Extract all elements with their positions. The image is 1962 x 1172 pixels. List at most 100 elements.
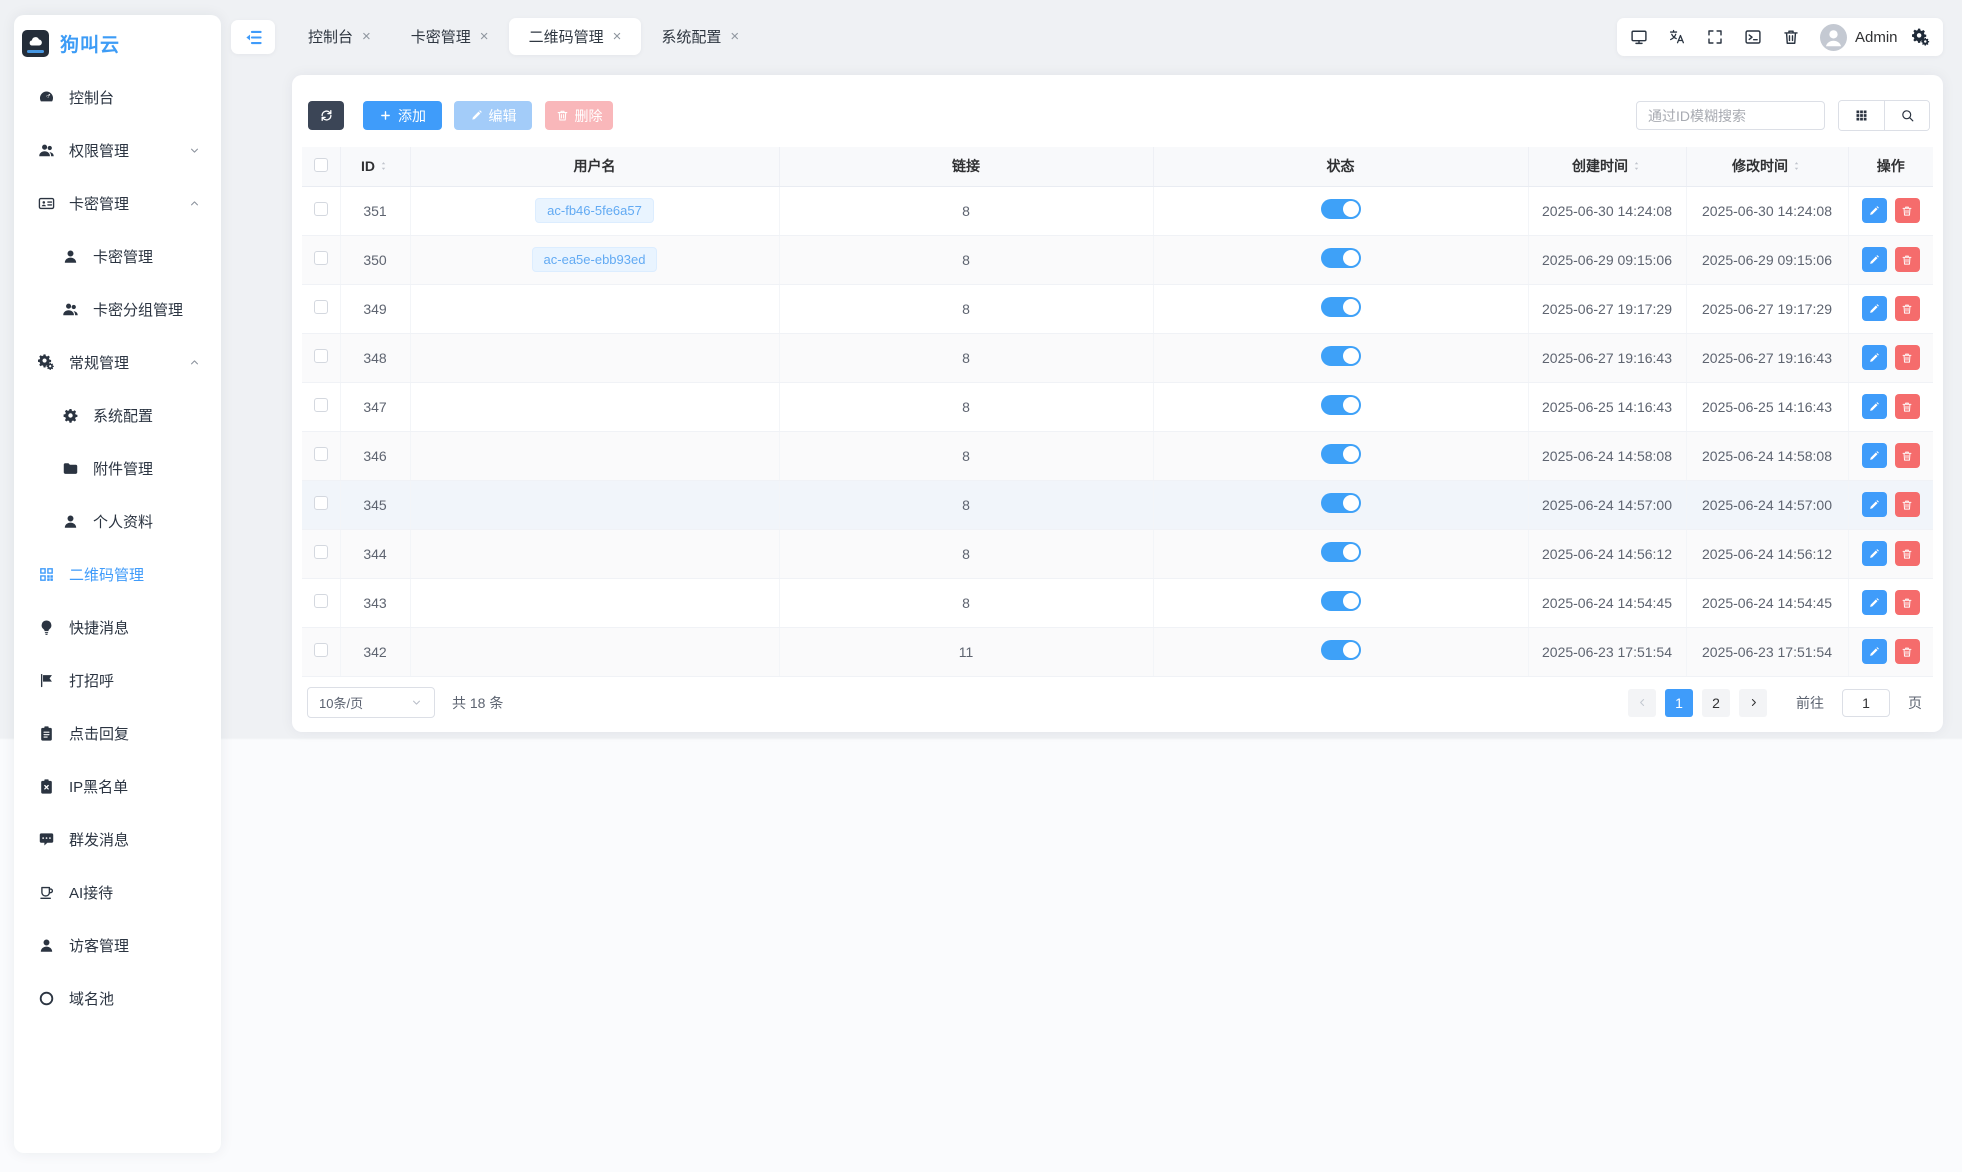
sidebar-item-0[interactable]: 控制台 — [14, 71, 221, 124]
monitor-button[interactable] — [1630, 28, 1648, 46]
sort-icon[interactable] — [1791, 159, 1802, 173]
sidebar-item-11[interactable]: 打招呼 — [14, 654, 221, 707]
settings-gears-button[interactable] — [1912, 28, 1930, 47]
tab-close-icon[interactable]: × — [480, 29, 489, 44]
tab-close-icon[interactable]: × — [730, 29, 739, 44]
sidebar-item-3[interactable]: 卡密管理 — [14, 230, 221, 283]
sidebar-item-14[interactable]: 群发消息 — [14, 813, 221, 866]
row-checkbox[interactable] — [314, 496, 328, 510]
trash-icon — [1901, 401, 1913, 413]
row-delete-button[interactable] — [1895, 247, 1920, 272]
row-edit-button[interactable] — [1862, 639, 1887, 664]
row-delete-button[interactable] — [1895, 394, 1920, 419]
row-checkbox[interactable] — [314, 251, 328, 265]
avatar[interactable] — [1820, 24, 1847, 51]
username-chip[interactable]: ac-fb46-5fe6a57 — [535, 198, 654, 223]
next-page-button[interactable] — [1739, 689, 1767, 717]
row-checkbox[interactable] — [314, 202, 328, 216]
page-button-1[interactable]: 1 — [1665, 689, 1693, 717]
refresh-button[interactable] — [308, 101, 344, 130]
row-edit-button[interactable] — [1862, 492, 1887, 517]
sidebar-item-7[interactable]: 附件管理 — [14, 442, 221, 495]
row-edit-button[interactable] — [1862, 198, 1887, 223]
sidebar-collapse-button[interactable] — [231, 20, 275, 54]
toggle-knob — [1343, 201, 1359, 217]
row-checkbox[interactable] — [314, 643, 328, 657]
row-edit-button[interactable] — [1862, 443, 1887, 468]
delete-button[interactable]: 删除 — [545, 101, 613, 130]
fullscreen-button[interactable] — [1706, 28, 1724, 46]
sidebar-item-9[interactable]: 二维码管理 — [14, 548, 221, 601]
sidebar-item-12[interactable]: 点击回复 — [14, 707, 221, 760]
sidebar-item-8[interactable]: 个人资料 — [14, 495, 221, 548]
row-checkbox[interactable] — [314, 300, 328, 314]
sidebar-item-4[interactable]: 卡密分组管理 — [14, 283, 221, 336]
row-delete-button[interactable] — [1895, 443, 1920, 468]
goto-page-input[interactable] — [1842, 689, 1890, 717]
tab-close-icon[interactable]: × — [613, 29, 622, 44]
row-delete-button[interactable] — [1895, 541, 1920, 566]
grid-view-button[interactable] — [1839, 101, 1884, 130]
sidebar-item-15[interactable]: AI接待 — [14, 866, 221, 919]
row-checkbox[interactable] — [314, 545, 328, 559]
sidebar-item-6[interactable]: 系统配置 — [14, 389, 221, 442]
select-all-checkbox[interactable] — [314, 158, 328, 172]
row-delete-button[interactable] — [1895, 198, 1920, 223]
tab-0[interactable]: 控制台× — [288, 18, 391, 55]
row-edit-button[interactable] — [1862, 590, 1887, 615]
terminal-button[interactable] — [1744, 28, 1762, 46]
username-label[interactable]: Admin — [1855, 29, 1898, 46]
sidebar-item-13[interactable]: IP黑名单 — [14, 760, 221, 813]
column-header-created[interactable]: 创建时间 — [1528, 147, 1686, 186]
status-toggle[interactable] — [1321, 248, 1361, 268]
search-button[interactable] — [1884, 101, 1929, 130]
translate-button[interactable] — [1668, 28, 1686, 46]
row-edit-button[interactable] — [1862, 296, 1887, 321]
tab-3[interactable]: 系统配置× — [641, 18, 759, 55]
tab-close-icon[interactable]: × — [362, 29, 371, 44]
column-header-id[interactable]: ID — [340, 147, 410, 186]
row-checkbox[interactable] — [314, 594, 328, 608]
status-toggle[interactable] — [1321, 395, 1361, 415]
column-header-modified[interactable]: 修改时间 — [1686, 147, 1848, 186]
sort-icon[interactable] — [1631, 159, 1642, 173]
status-toggle[interactable] — [1321, 591, 1361, 611]
status-toggle[interactable] — [1321, 444, 1361, 464]
row-delete-button[interactable] — [1895, 492, 1920, 517]
row-edit-button[interactable] — [1862, 345, 1887, 370]
row-checkbox[interactable] — [314, 447, 328, 461]
sidebar-item-16[interactable]: 访客管理 — [14, 919, 221, 972]
sidebar-item-2[interactable]: 卡密管理 — [14, 177, 221, 230]
cell-id: 348 — [340, 333, 410, 382]
sort-icon[interactable] — [378, 159, 389, 173]
add-button[interactable]: 添加 — [363, 101, 442, 130]
sidebar-item-10[interactable]: 快捷消息 — [14, 601, 221, 654]
row-delete-button[interactable] — [1895, 345, 1920, 370]
row-edit-button[interactable] — [1862, 394, 1887, 419]
sidebar-item-17[interactable]: 域名池 — [14, 972, 221, 1025]
row-checkbox[interactable] — [314, 349, 328, 363]
status-toggle[interactable] — [1321, 493, 1361, 513]
edit-button[interactable]: 编辑 — [454, 101, 532, 130]
prev-page-button[interactable] — [1628, 689, 1656, 717]
page-button-2[interactable]: 2 — [1702, 689, 1730, 717]
row-edit-button[interactable] — [1862, 541, 1887, 566]
row-checkbox[interactable] — [314, 398, 328, 412]
row-delete-button[interactable] — [1895, 296, 1920, 321]
tab-1[interactable]: 卡密管理× — [391, 18, 509, 55]
trash-button[interactable] — [1782, 28, 1800, 46]
status-toggle[interactable] — [1321, 297, 1361, 317]
sidebar-item-1[interactable]: 权限管理 — [14, 124, 221, 177]
status-toggle[interactable] — [1321, 542, 1361, 562]
username-chip[interactable]: ac-ea5e-ebb93ed — [532, 247, 658, 272]
status-toggle[interactable] — [1321, 346, 1361, 366]
row-delete-button[interactable] — [1895, 590, 1920, 615]
row-delete-button[interactable] — [1895, 639, 1920, 664]
page-size-select[interactable]: 10条/页 — [307, 687, 435, 718]
search-input[interactable] — [1636, 101, 1825, 130]
tab-2[interactable]: 二维码管理× — [509, 18, 642, 55]
row-edit-button[interactable] — [1862, 247, 1887, 272]
sidebar-item-5[interactable]: 常规管理 — [14, 336, 221, 389]
status-toggle[interactable] — [1321, 199, 1361, 219]
status-toggle[interactable] — [1321, 640, 1361, 660]
